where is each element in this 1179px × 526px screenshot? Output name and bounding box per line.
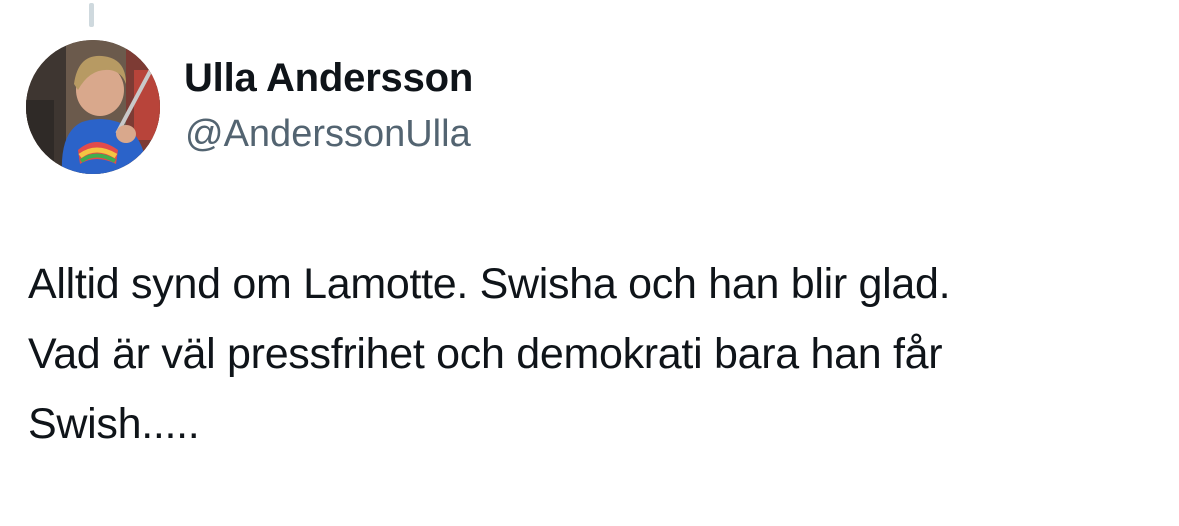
tweet-text: Alltid synd om Lamotte. Swisha och han b… <box>28 249 1168 459</box>
tweet-text-line: Alltid synd om Lamotte. Swisha och han b… <box>28 260 951 308</box>
avatar[interactable] <box>26 40 160 174</box>
avatar-image <box>26 40 160 174</box>
tweet-text-line: Swish..... <box>28 400 200 448</box>
thread-connector-line <box>89 3 94 27</box>
tweet-text-line: Vad är väl pressfrihet och demokrati bar… <box>28 330 943 378</box>
author-display-name[interactable]: Ulla Andersson <box>184 56 473 101</box>
author-handle[interactable]: @AnderssonUlla <box>185 113 471 156</box>
